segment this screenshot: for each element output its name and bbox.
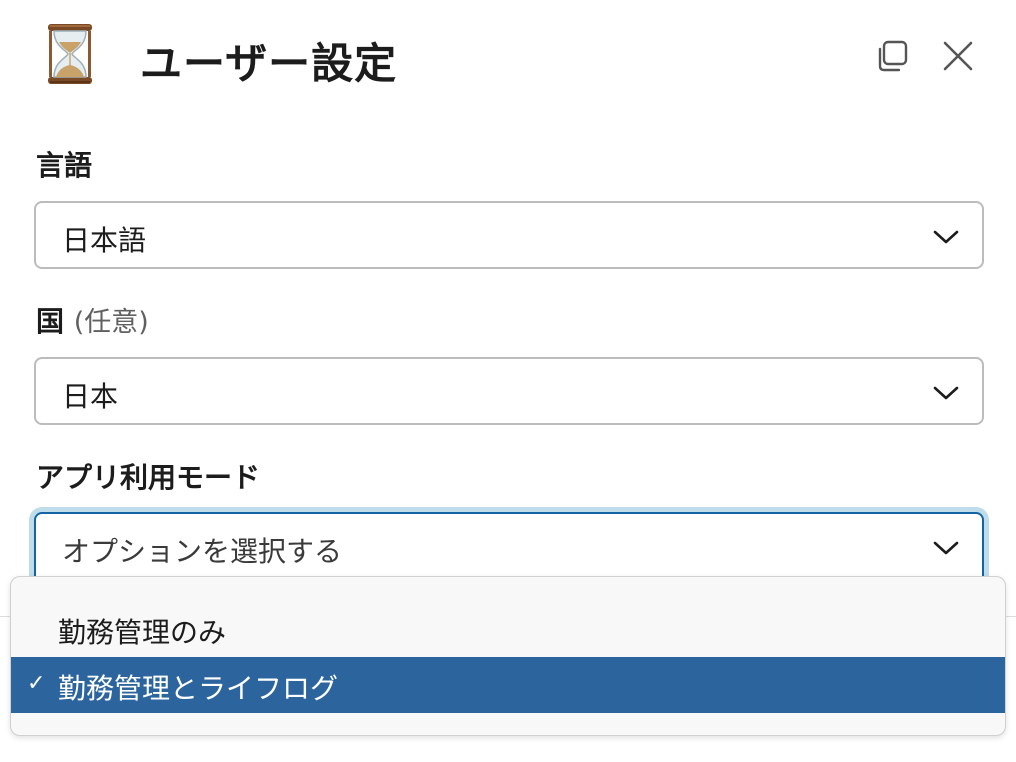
checkmark-icon: ✓ — [27, 671, 46, 696]
option-label: 勤務管理とライフログ — [58, 672, 339, 705]
option-work-only[interactable]: 勤務管理のみ — [11, 601, 1005, 657]
country-label: 国 (任意) — [36, 300, 149, 340]
copy-button[interactable] — [872, 36, 912, 76]
language-label: 言語 — [36, 149, 93, 182]
chevron-down-icon — [933, 386, 959, 400]
optional-hint: (任意) — [73, 307, 149, 338]
language-select[interactable]: 日本語 — [34, 201, 984, 269]
language-value: 日本語 — [62, 224, 147, 257]
close-button[interactable] — [938, 36, 978, 76]
country-value: 日本 — [62, 380, 119, 413]
modal-title: ユーザー設定 — [140, 39, 398, 88]
country-label-text: 国 — [36, 305, 65, 338]
chevron-down-icon — [933, 541, 959, 555]
hourglass-icon — [44, 22, 96, 86]
option-work-and-lifelog[interactable]: ✓ 勤務管理とライフログ — [11, 657, 1005, 713]
chevron-down-icon — [933, 230, 959, 244]
country-select[interactable]: 日本 — [34, 357, 984, 425]
app-mode-dropdown: 勤務管理のみ ✓ 勤務管理とライフログ — [10, 576, 1006, 736]
app-mode-placeholder: オプションを選択する — [62, 535, 343, 568]
close-icon — [943, 41, 973, 71]
copy-icon — [878, 40, 908, 72]
modal-header: ユーザー設定 — [0, 0, 1016, 112]
app-mode-label: アプリ利用モード — [36, 461, 261, 494]
option-label: 勤務管理のみ — [58, 616, 227, 649]
